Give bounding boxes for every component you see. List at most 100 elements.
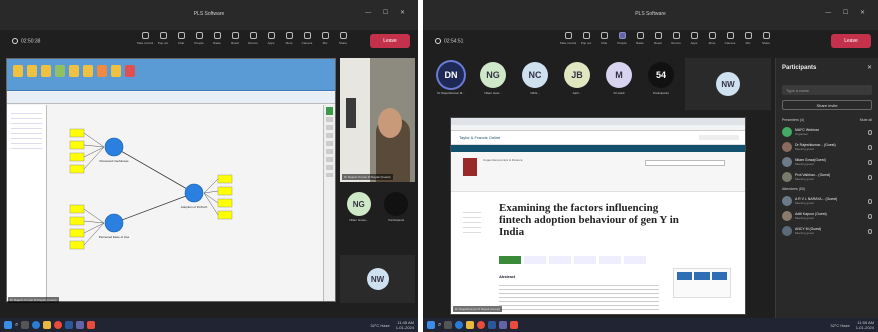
participant-tile[interactable]: NC Nikhi... bbox=[517, 62, 553, 95]
share-invite-button[interactable]: Share invite bbox=[782, 100, 872, 110]
indicator-box[interactable] bbox=[69, 240, 85, 250]
toolbar-button-mic[interactable]: Mic bbox=[741, 32, 755, 45]
indicator-box[interactable] bbox=[69, 140, 85, 150]
chrome-icon[interactable] bbox=[477, 321, 486, 329]
publisher-logo[interactable]: Taylor & Francis Online bbox=[459, 135, 500, 140]
tool-button[interactable] bbox=[624, 256, 646, 264]
download-pdf-button[interactable] bbox=[499, 256, 521, 264]
participant-row[interactable]: MAFC Webinar Organiser bbox=[782, 127, 872, 137]
toolbar-button-apps[interactable]: Apps bbox=[687, 32, 701, 45]
breadcrumb[interactable] bbox=[451, 145, 745, 152]
tool-icon[interactable] bbox=[125, 65, 135, 77]
indicator-arrow[interactable] bbox=[83, 220, 105, 224]
indicator-box[interactable] bbox=[69, 204, 85, 214]
toolbar-button-more[interactable]: More bbox=[282, 32, 296, 45]
tool-icon[interactable] bbox=[13, 65, 23, 77]
windows-start-icon[interactable] bbox=[4, 321, 12, 329]
chrome-icon[interactable] bbox=[54, 321, 63, 329]
toolbar-button-share[interactable]: Share bbox=[336, 32, 350, 45]
indicator-box[interactable] bbox=[69, 152, 85, 162]
participant-tile[interactable]: 54 Participants bbox=[643, 62, 679, 95]
participant-row[interactable]: A R V L NARAYA... (Guest) Meeting guest bbox=[782, 196, 872, 206]
file-explorer-icon[interactable] bbox=[466, 321, 475, 329]
windows-start-icon[interactable] bbox=[427, 321, 435, 329]
toolbar-button-hand-raise[interactable]: Raise bbox=[633, 32, 647, 45]
path-model-canvas[interactable]: Perceived Usefulness Perceived Ease of Us… bbox=[48, 105, 324, 301]
tool-button[interactable] bbox=[574, 256, 596, 264]
toolbar-button-people[interactable]: People bbox=[615, 32, 629, 45]
toolbar-button-popout[interactable]: Pop out bbox=[156, 32, 170, 45]
tool-button[interactable] bbox=[549, 256, 571, 264]
path-arrow[interactable] bbox=[113, 146, 195, 194]
tool-icon[interactable] bbox=[55, 65, 65, 77]
toolbar-button-smile[interactable]: React bbox=[228, 32, 242, 45]
indicator-arrow[interactable] bbox=[83, 146, 105, 170]
indicator-box[interactable] bbox=[217, 198, 233, 208]
leave-button[interactable]: Leave bbox=[831, 34, 871, 48]
indicator-box[interactable] bbox=[217, 174, 233, 184]
participant-tile[interactable]: JB Aarh... bbox=[559, 62, 595, 95]
mic-icon[interactable] bbox=[868, 129, 872, 135]
window-controls[interactable]: — ☐ ✕ bbox=[825, 9, 870, 16]
participant-tile[interactable]: NG Nilam Gowa... bbox=[346, 192, 371, 222]
task-view-icon[interactable] bbox=[21, 321, 30, 329]
tool-icon[interactable] bbox=[97, 65, 107, 77]
window-controls[interactable]: — ☐ ✕ bbox=[365, 9, 410, 16]
construct-node[interactable] bbox=[104, 137, 124, 157]
indicator-box[interactable] bbox=[69, 216, 85, 226]
participant-tile[interactable]: Participants bbox=[384, 192, 409, 222]
toolbar-button-people[interactable]: People bbox=[192, 32, 206, 45]
indicator-arrow[interactable] bbox=[203, 190, 219, 194]
toolbar-button-camera[interactable]: Camera bbox=[723, 32, 737, 45]
toolbar-button-chat[interactable]: Chat bbox=[597, 32, 611, 45]
indicator-arrow[interactable] bbox=[83, 222, 105, 246]
tool-button[interactable] bbox=[599, 256, 621, 264]
indicator-arrow[interactable] bbox=[83, 146, 105, 158]
participant-row[interactable]: Prof.Vaibhav... (Guest) Meeting guest bbox=[782, 172, 872, 182]
search-icon[interactable]: ⌕ bbox=[438, 322, 441, 329]
tool-icon[interactable] bbox=[69, 65, 79, 77]
teams-icon[interactable] bbox=[499, 321, 508, 329]
tool-icon[interactable] bbox=[41, 65, 51, 77]
toolbar-button-chat[interactable]: Chat bbox=[174, 32, 188, 45]
indicator-box[interactable] bbox=[217, 186, 233, 196]
file-explorer-icon[interactable] bbox=[43, 321, 52, 329]
participant-tile[interactable]: DN Dr Rajeshkumar M... bbox=[433, 62, 469, 95]
indicator-box[interactable] bbox=[217, 210, 233, 220]
mute-all-button[interactable]: Mute all bbox=[860, 118, 872, 122]
login-links[interactable] bbox=[699, 135, 739, 140]
mic-icon[interactable] bbox=[868, 159, 872, 165]
indicator-arrow[interactable] bbox=[83, 132, 105, 148]
app-icon[interactable] bbox=[510, 321, 519, 329]
toolbar-button-popout[interactable]: Pop out bbox=[579, 32, 593, 45]
toolbar-button-camera[interactable]: Camera bbox=[300, 32, 314, 45]
tool-icon[interactable] bbox=[111, 65, 121, 77]
mic-icon[interactable] bbox=[868, 228, 872, 234]
task-view-icon[interactable] bbox=[444, 321, 453, 329]
mic-icon[interactable] bbox=[868, 144, 872, 150]
edge-icon[interactable] bbox=[455, 321, 464, 329]
indicator-arrow[interactable] bbox=[83, 222, 105, 234]
presenters-heading[interactable]: Presenters (4) bbox=[782, 118, 804, 122]
word-icon[interactable] bbox=[65, 321, 74, 329]
participant-row[interactable]: Dr Rajeshkumar... (Guest) Meeting guest bbox=[782, 142, 872, 152]
toolbar-button-share[interactable]: Share bbox=[759, 32, 773, 45]
search-icon[interactable]: ⌕ bbox=[15, 322, 18, 329]
indicator-arrow[interactable] bbox=[203, 192, 219, 216]
participant-tile[interactable]: M Dn Hadi bbox=[601, 62, 637, 95]
construct-node[interactable] bbox=[104, 213, 124, 233]
indicator-box[interactable] bbox=[69, 228, 85, 238]
toolbar-button-hand[interactable]: Take control bbox=[560, 32, 576, 45]
word-icon[interactable] bbox=[488, 321, 497, 329]
toolbar-button-rooms[interactable]: Rooms bbox=[246, 32, 260, 45]
tool-icon[interactable] bbox=[27, 65, 37, 77]
indicator-box[interactable] bbox=[69, 128, 85, 138]
edge-icon[interactable] bbox=[32, 321, 41, 329]
search-input[interactable] bbox=[645, 160, 725, 166]
toolbar-button-hand-raise[interactable]: Raise bbox=[210, 32, 224, 45]
tool-icon[interactable] bbox=[83, 65, 93, 77]
participant-row[interactable]: ANCY M (Guest) Meeting guest bbox=[782, 226, 872, 236]
search-input[interactable]: Type a name bbox=[782, 85, 872, 95]
weather[interactable]: 32°C Haze bbox=[370, 323, 389, 328]
toolbar-button-rooms[interactable]: Rooms bbox=[669, 32, 683, 45]
